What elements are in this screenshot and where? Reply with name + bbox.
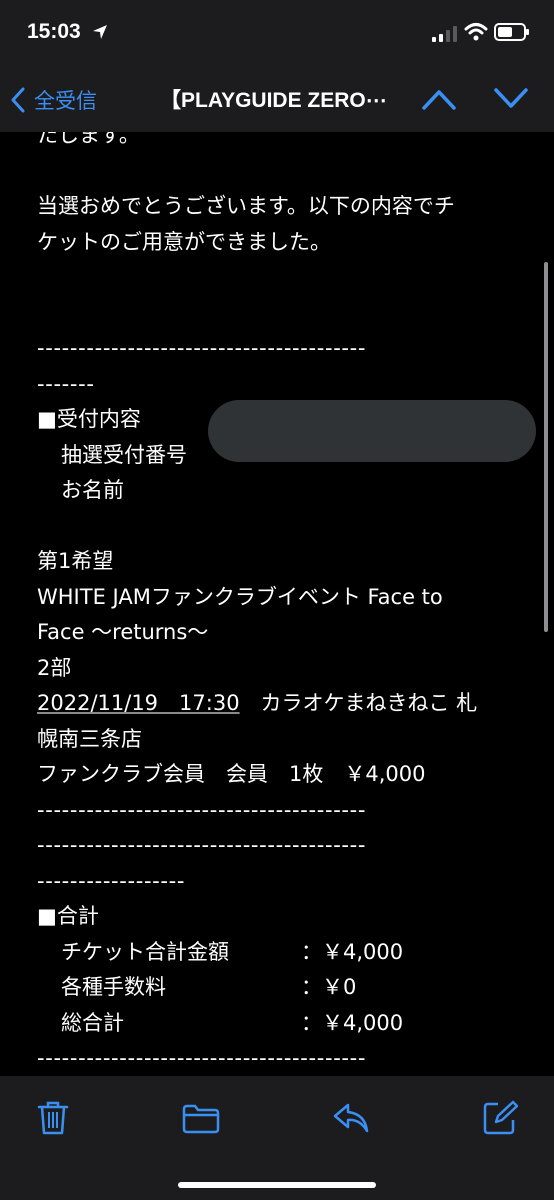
- body-text-line: [37, 296, 538, 332]
- body-text-line: ファンクラブ会員 会員 1枚 ￥4,000: [37, 762, 426, 786]
- status-time: 15:03: [27, 20, 81, 43]
- location-arrow-icon: [93, 25, 107, 39]
- separator-line: ----------------------------------------: [37, 833, 367, 857]
- message-subject-title: 【PLAYGUIDE ZERO⋯: [160, 89, 387, 112]
- email-body[interactable]: たします。当選おめでとうございます。以下の内容でチ ケットのご用意ができました。 -…: [0, 132, 554, 1076]
- body-text-line: 幌南三条店: [37, 726, 142, 751]
- email-text: たします。当選おめでとうございます。以下の内容でチ ケットのご用意ができました。 -…: [37, 132, 538, 1076]
- body-text-line: 2部: [37, 655, 72, 680]
- back-label: 全受信: [34, 89, 97, 113]
- summary-value: ：￥4,000: [301, 1010, 404, 1035]
- status-bar: 15:03: [0, 0, 554, 70]
- body-text-line: ■合計: [37, 904, 99, 928]
- body-text-line: お名前: [61, 478, 124, 502]
- redaction-overlay: [208, 400, 536, 462]
- body-text-line: [37, 154, 538, 190]
- reply-icon[interactable]: [332, 1102, 370, 1134]
- folder-icon[interactable]: [182, 1104, 220, 1134]
- navigation-bar: 全受信 【PLAYGUIDE ZERO⋯: [0, 70, 554, 132]
- body-text-line: ケットのご用意ができました。: [37, 229, 331, 254]
- separator-line: ------------------: [37, 868, 186, 893]
- summary-value: ：￥0: [301, 975, 357, 999]
- battery-icon: [494, 23, 529, 41]
- next-message-button[interactable]: [492, 84, 530, 114]
- event-datetime-line: 2022/11/19 17:30 カラオケまねきねこ 札: [37, 686, 538, 722]
- wifi-icon: [464, 23, 488, 41]
- scroll-indicator[interactable]: [544, 262, 548, 632]
- body-text-line: [37, 509, 538, 545]
- previous-message-button[interactable]: [420, 84, 458, 114]
- cellular-signal-icon: [432, 26, 457, 42]
- body-text-line: 当選おめでとうございます。以下の内容でチ: [37, 194, 455, 218]
- summary-value: ：￥4,000: [301, 939, 404, 964]
- chevron-left-icon: [11, 87, 25, 113]
- body-text-line: WHITE JAMファンクラブイベント Face to: [37, 584, 443, 609]
- summary-label: 各種手数料: [61, 975, 166, 999]
- separator-line: -------: [37, 371, 95, 396]
- body-text-line: Face ～returns～: [37, 620, 209, 644]
- summary-row: 各種手数料 ：￥0: [37, 970, 538, 1006]
- body-text-line: たします。: [37, 132, 140, 147]
- separator-line: ----------------------------------------: [37, 797, 367, 822]
- venue-text: カラオケまねきねこ 札: [239, 691, 478, 715]
- back-button[interactable]: 全受信: [10, 80, 97, 120]
- compose-icon[interactable]: [482, 1100, 518, 1136]
- home-indicator: [178, 1182, 376, 1188]
- body-text-line: [37, 260, 538, 296]
- trash-icon[interactable]: [36, 1100, 70, 1136]
- summary-row: 総合計 ：￥4,000: [37, 1006, 538, 1042]
- summary-label: 総合計: [61, 1010, 124, 1035]
- summary-label: チケット合計金額: [61, 939, 229, 964]
- date-link[interactable]: 2022/11/19 17:30: [37, 691, 240, 715]
- separator-line: ----------------------------------------: [37, 1046, 367, 1070]
- summary-row: チケット合計金額 ：￥4,000: [37, 935, 538, 971]
- separator-line: ----------------------------------------: [37, 336, 367, 360]
- body-text-line: 第1希望: [37, 549, 114, 573]
